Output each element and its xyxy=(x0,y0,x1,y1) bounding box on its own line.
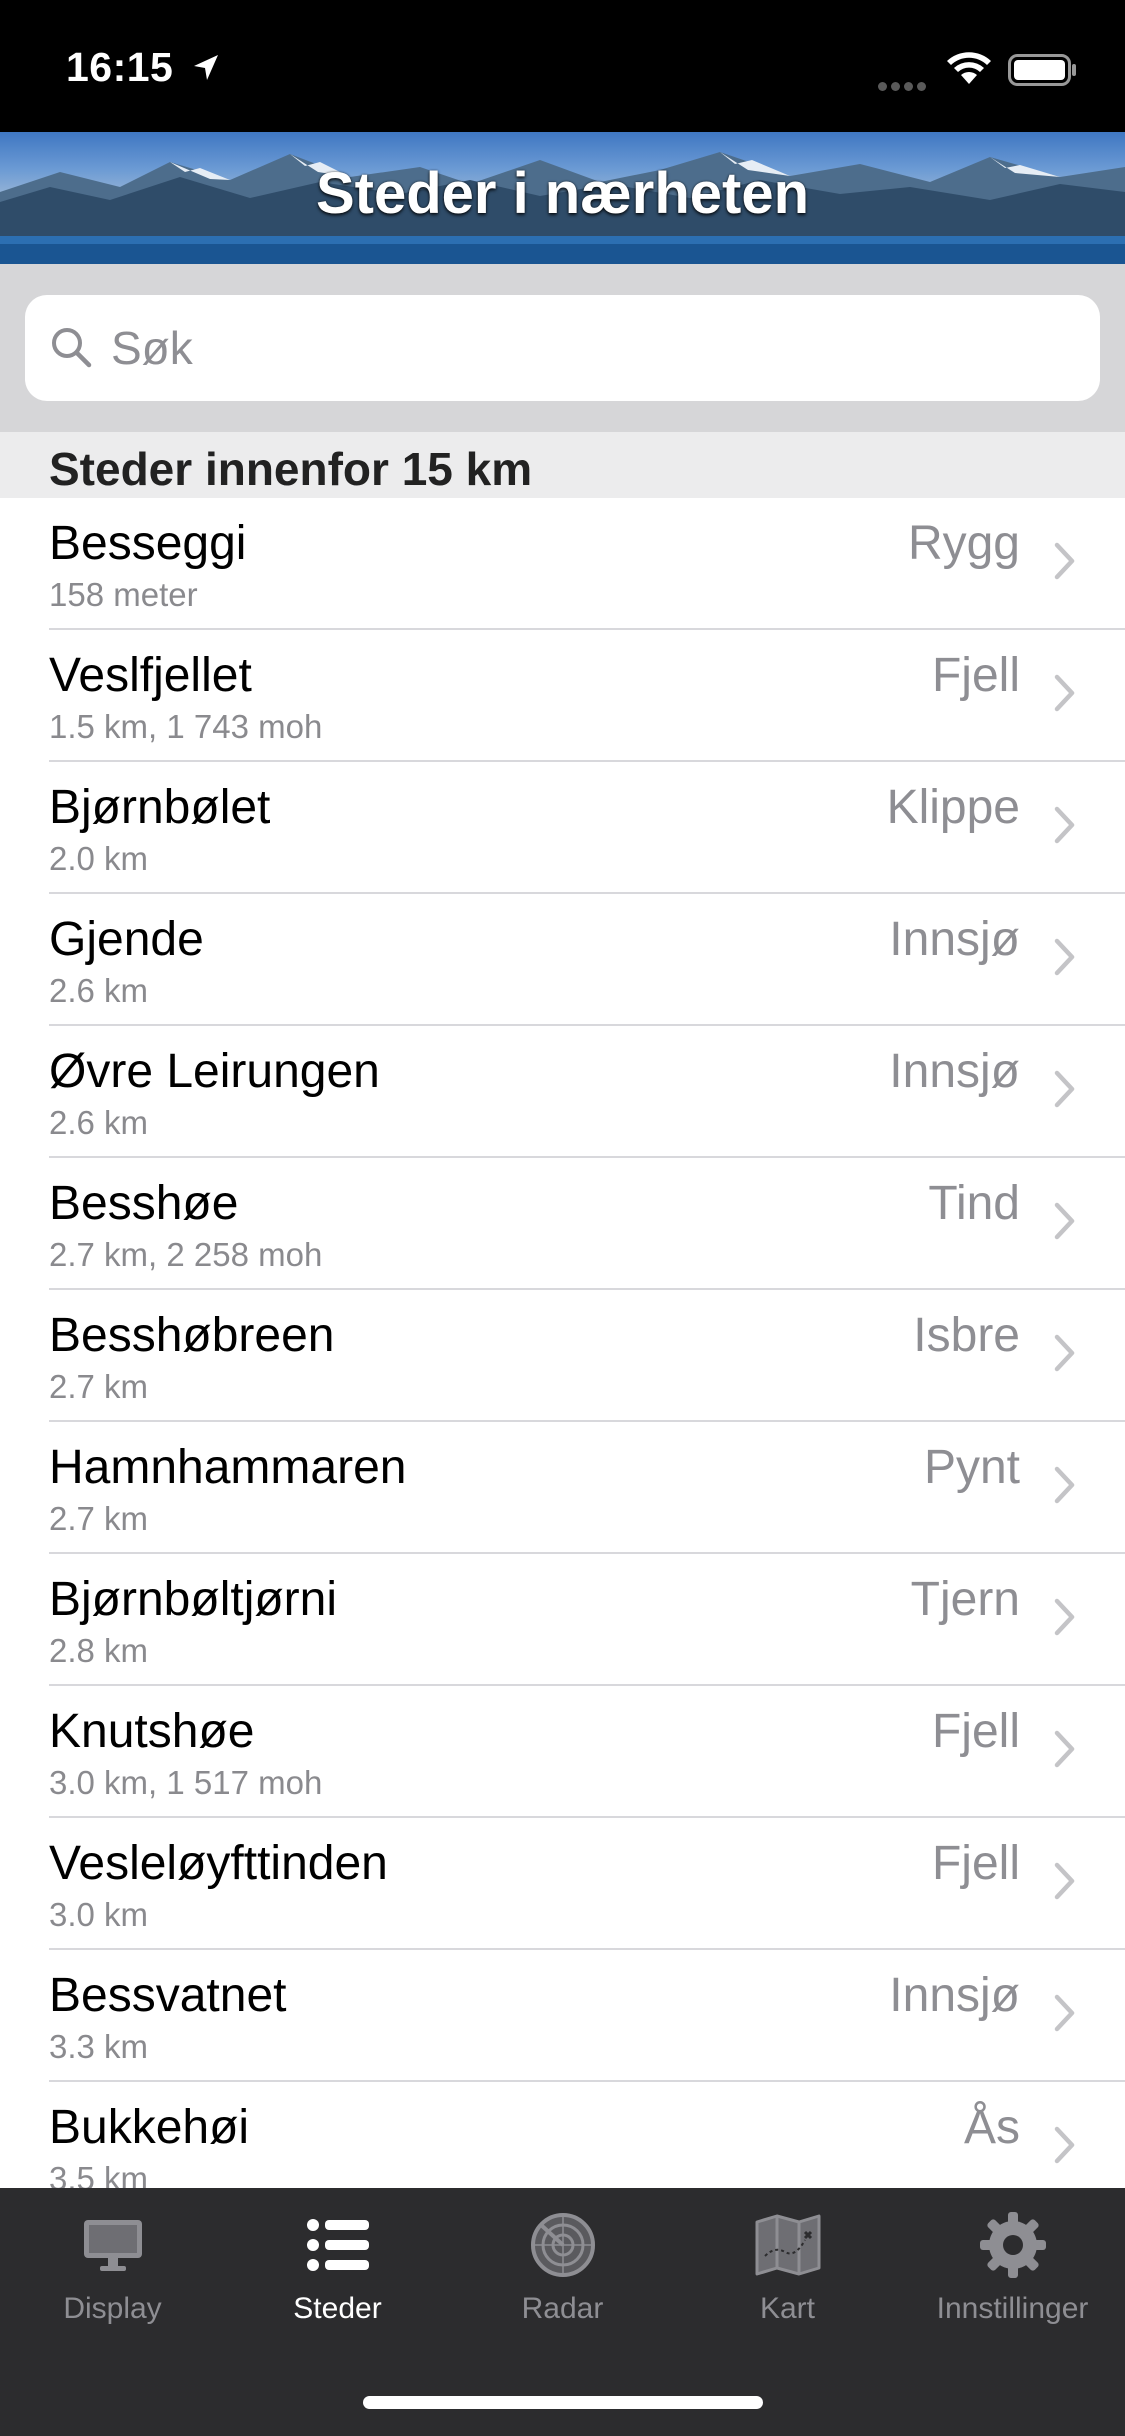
place-distance: 2.8 km xyxy=(49,1632,149,1669)
places-list: Besseggi 158 meter Rygg Veslfjellet 1.5 km, … xyxy=(0,498,1125,2188)
list-item[interactable]: Besseggi 158 meter Rygg xyxy=(0,498,1125,630)
place-distance: 2.6 km xyxy=(49,1104,149,1141)
place-distance: 3.5 km xyxy=(49,2160,149,2188)
chevron-right-icon xyxy=(1054,1070,1075,1108)
tab-label: Steder xyxy=(293,2292,382,2325)
list-item[interactable]: Bjørnbølet 2.0 km Klippe xyxy=(0,762,1125,894)
chevron-right-icon xyxy=(1054,1862,1075,1900)
chevron-right-icon xyxy=(1054,1994,1075,2032)
section-header: Steder innenfor 15 km xyxy=(0,432,1125,498)
location-arrow-icon xyxy=(194,55,218,80)
chevron-right-icon xyxy=(1054,938,1075,976)
list-item[interactable]: Knutshøe 3.0 km, 1 517 moh Fjell xyxy=(0,1686,1125,1818)
place-type: Fjell xyxy=(931,1837,1020,1890)
place-type: Tind xyxy=(928,1177,1020,1230)
chevron-right-icon xyxy=(1054,1466,1075,1504)
place-name: Bjørnbøltjørni xyxy=(49,1573,338,1626)
place-distance: 2.7 km xyxy=(49,1368,149,1405)
place-distance: 2.7 km xyxy=(49,1500,149,1537)
list-item[interactable]: Hamnhammaren 2.7 km Pynt xyxy=(0,1422,1125,1554)
list-item[interactable]: Gjende 2.6 km Innsjø xyxy=(0,894,1125,1026)
place-type: Isbre xyxy=(913,1309,1020,1362)
place-name: Øvre Leirungen xyxy=(49,1045,380,1098)
place-distance: 158 meter xyxy=(49,576,198,613)
place-distance: 2.6 km xyxy=(49,972,149,1009)
radar-icon xyxy=(531,2213,595,2277)
chevron-right-icon xyxy=(1054,1730,1075,1768)
gear-icon xyxy=(980,2212,1046,2278)
search-bar xyxy=(0,264,1125,432)
tab-radar[interactable]: Radar xyxy=(450,2188,675,2338)
place-name: Bessvatnet xyxy=(49,1969,287,2022)
wifi-icon xyxy=(947,52,991,84)
map-icon xyxy=(755,2214,821,2276)
chevron-right-icon xyxy=(1054,1334,1075,1372)
battery-icon xyxy=(1008,54,1076,86)
list-item[interactable]: Besshøbreen 2.7 km Isbre xyxy=(0,1290,1125,1422)
tab-steder[interactable]: Steder xyxy=(225,2188,450,2338)
place-type: Fjell xyxy=(931,649,1020,702)
place-distance: 1.5 km, 1 743 moh xyxy=(49,708,323,745)
place-name: Besshøe xyxy=(49,1177,239,1230)
place-type: Rygg xyxy=(907,517,1020,570)
place-type: Pynt xyxy=(923,1441,1020,1494)
list-item[interactable]: Bukkehøi 3.5 km Ås xyxy=(0,2082,1125,2188)
tab-label: Radar xyxy=(521,2292,604,2325)
place-name: Bjørnbølet xyxy=(49,781,271,834)
status-bar: 16:15 xyxy=(0,0,1125,132)
status-time: 16:15 xyxy=(66,44,174,90)
tab-label: Innstillinger xyxy=(936,2292,1089,2325)
chevron-right-icon xyxy=(1054,806,1075,844)
place-name: Hamnhammaren xyxy=(49,1441,407,1494)
place-distance: 3.3 km xyxy=(49,2028,149,2065)
tab-innstillinger[interactable]: Innstillinger xyxy=(900,2188,1125,2338)
search-field-container[interactable] xyxy=(25,295,1100,401)
place-name: Vesleløyfttinden xyxy=(49,1837,388,1890)
chevron-right-icon xyxy=(1054,1598,1075,1636)
place-distance: 2.0 km xyxy=(49,840,149,877)
section-title: Steder innenfor 15 km xyxy=(49,443,533,495)
list-item[interactable]: Veslfjellet 1.5 km, 1 743 moh Fjell xyxy=(0,630,1125,762)
search-input[interactable] xyxy=(111,313,1071,383)
place-name: Bukkehøi xyxy=(49,2101,250,2154)
chevron-right-icon xyxy=(1054,1202,1075,1240)
place-name: Besshøbreen xyxy=(49,1309,335,1362)
place-type: Ås xyxy=(963,2101,1020,2154)
place-distance: 2.7 km, 2 258 moh xyxy=(49,1236,323,1273)
home-indicator[interactable] xyxy=(363,2396,763,2409)
place-name: Besseggi xyxy=(49,517,247,570)
place-type: Innsjø xyxy=(889,913,1020,966)
chevron-right-icon xyxy=(1054,674,1075,712)
place-type: Innsjø xyxy=(889,1969,1020,2022)
search-icon xyxy=(52,328,92,368)
list-item[interactable]: Bjørnbøltjørni 2.8 km Tjern xyxy=(0,1554,1125,1686)
page-title: Steder i nærheten xyxy=(315,161,810,226)
place-name: Veslfjellet xyxy=(49,649,252,702)
chevron-right-icon xyxy=(1054,2126,1075,2164)
place-distance: 3.0 km, 1 517 moh xyxy=(49,1764,323,1801)
list-item[interactable]: Bessvatnet 3.3 km Innsjø xyxy=(0,1950,1125,2082)
header-banner: Steder i nærheten xyxy=(0,132,1125,264)
list-icon xyxy=(307,2219,369,2271)
place-type: Innsjø xyxy=(889,1045,1020,1098)
place-distance: 3.0 km xyxy=(49,1896,149,1933)
list-item[interactable]: Øvre Leirungen 2.6 km Innsjø xyxy=(0,1026,1125,1158)
place-type: Fjell xyxy=(931,1705,1020,1758)
cellular-signal-icon xyxy=(878,78,932,91)
place-type: Klippe xyxy=(886,781,1020,834)
tab-bar: Display Steder Radar Kart Innstillinger xyxy=(0,2188,1125,2436)
list-item[interactable]: Vesleløyfttinden 3.0 km Fjell xyxy=(0,1818,1125,1950)
place-type: Tjern xyxy=(910,1573,1020,1626)
tab-label: Display xyxy=(63,2292,162,2325)
list-item[interactable]: Besshøe 2.7 km, 2 258 moh Tind xyxy=(0,1158,1125,1290)
tab-display[interactable]: Display xyxy=(0,2188,225,2338)
chevron-right-icon xyxy=(1054,542,1075,580)
display-icon xyxy=(84,2220,142,2271)
tab-label: Kart xyxy=(759,2292,816,2325)
tab-kart[interactable]: Kart xyxy=(675,2188,900,2338)
place-name: Gjende xyxy=(49,913,204,966)
place-name: Knutshøe xyxy=(49,1705,255,1758)
